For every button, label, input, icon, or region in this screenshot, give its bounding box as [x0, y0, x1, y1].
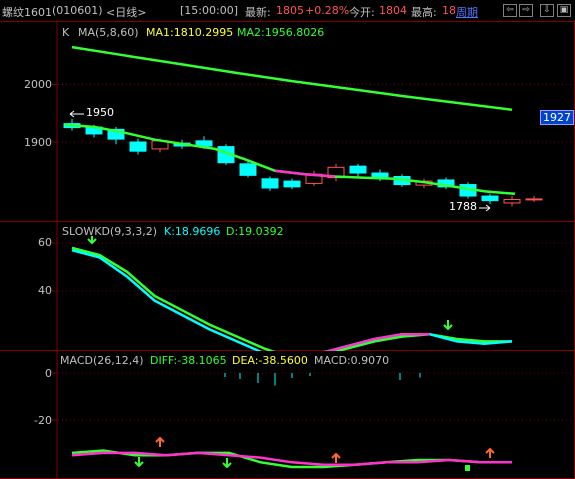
macd-chart	[0, 351, 575, 479]
back-arrow-button[interactable]: ⇦	[503, 4, 517, 17]
last-price-label: 最新:	[245, 6, 271, 19]
change-percent: +0.28%	[305, 4, 350, 17]
down-arrow-button[interactable]: ⇩	[540, 4, 554, 17]
ma2-line	[71, 45, 513, 112]
price-axis-label: 2000	[24, 78, 52, 91]
buy-arrow-icon	[485, 447, 495, 458]
ma-title: MA(5,8,60)	[78, 26, 139, 39]
period-link[interactable]: 周期	[456, 4, 478, 20]
candle-body	[481, 195, 499, 202]
ma1-line-highlight	[274, 169, 336, 178]
symbol-code: (010601)	[52, 4, 103, 17]
slowkd-d-line	[71, 246, 512, 351]
window-button[interactable]: ▣	[557, 4, 571, 17]
macd-axis-label: -20	[34, 414, 52, 427]
sell-arrow-icon	[443, 320, 453, 331]
high-value: 18	[442, 4, 456, 17]
forward-arrow-button[interactable]: ⇨	[519, 4, 533, 17]
price-axis-label: 1900	[24, 136, 52, 149]
macd-dea-value: DEA:-38.5600	[232, 354, 308, 367]
sell-arrow-icon	[222, 458, 232, 469]
macd-value: MACD:0.9070	[314, 354, 390, 367]
macd-axis-label: 0	[45, 367, 52, 380]
price-tag: 1927	[540, 110, 574, 125]
candle-body	[129, 141, 147, 152]
low-marker: 1788	[449, 200, 477, 213]
candle-body	[283, 180, 301, 188]
sell-arrow-icon	[134, 457, 144, 468]
low-marker-arrow	[479, 204, 491, 212]
macd-pane[interactable]: MACD(26,12,4) DIFF:-38.1065 DEA:-38.5600…	[0, 351, 575, 479]
kd-axis-label: 40	[38, 284, 52, 297]
slowkd-k-value: K:18.9696	[164, 225, 221, 238]
high-marker-arrow	[69, 110, 84, 118]
symbol-name: 螺纹1601	[2, 6, 52, 19]
price-chart	[0, 22, 575, 222]
high-marker: 1950	[86, 106, 114, 119]
buy-arrow-icon	[155, 436, 165, 447]
kd-axis-label: 60	[38, 236, 52, 249]
slowkd-pane[interactable]: SLOWKD(9,3,3,2) K:18.9696 D:19.0392 60 4…	[0, 222, 575, 351]
k-label: K	[62, 26, 70, 39]
time-label: [15:00:00]	[180, 4, 238, 17]
slowkd-d-value: D:19.0392	[226, 225, 284, 238]
last-price-value: 1805	[276, 4, 304, 17]
buy-arrow-icon	[331, 452, 341, 463]
price-pane[interactable]: K MA(5,8,60) MA1:1810.2995 MA2:1956.8026…	[0, 22, 575, 222]
ma2-value: MA2:1956.8026	[237, 26, 325, 39]
slowkd-title: SLOWKD(9,3,3,2)	[62, 225, 158, 238]
ma1-value: MA1:1810.2995	[146, 26, 234, 39]
open-value: 1804	[379, 4, 407, 17]
high-label: 最高:	[411, 6, 437, 19]
candle-body	[349, 165, 367, 174]
candle-body	[503, 199, 521, 204]
macd-diff-value: DIFF:-38.1065	[150, 354, 227, 367]
period-label: <日线>	[106, 6, 147, 19]
candle-body	[261, 178, 279, 189]
candle-body	[239, 163, 257, 176]
macd-title: MACD(26,12,4)	[60, 354, 144, 367]
title-bar: 螺纹1601 (010601) <日线> [15:00:00] 最新: 1805…	[0, 0, 575, 22]
signal-marker	[465, 465, 470, 471]
slowkd-chart	[0, 222, 575, 351]
candle-body	[525, 198, 543, 201]
open-label: 今开:	[349, 6, 375, 19]
